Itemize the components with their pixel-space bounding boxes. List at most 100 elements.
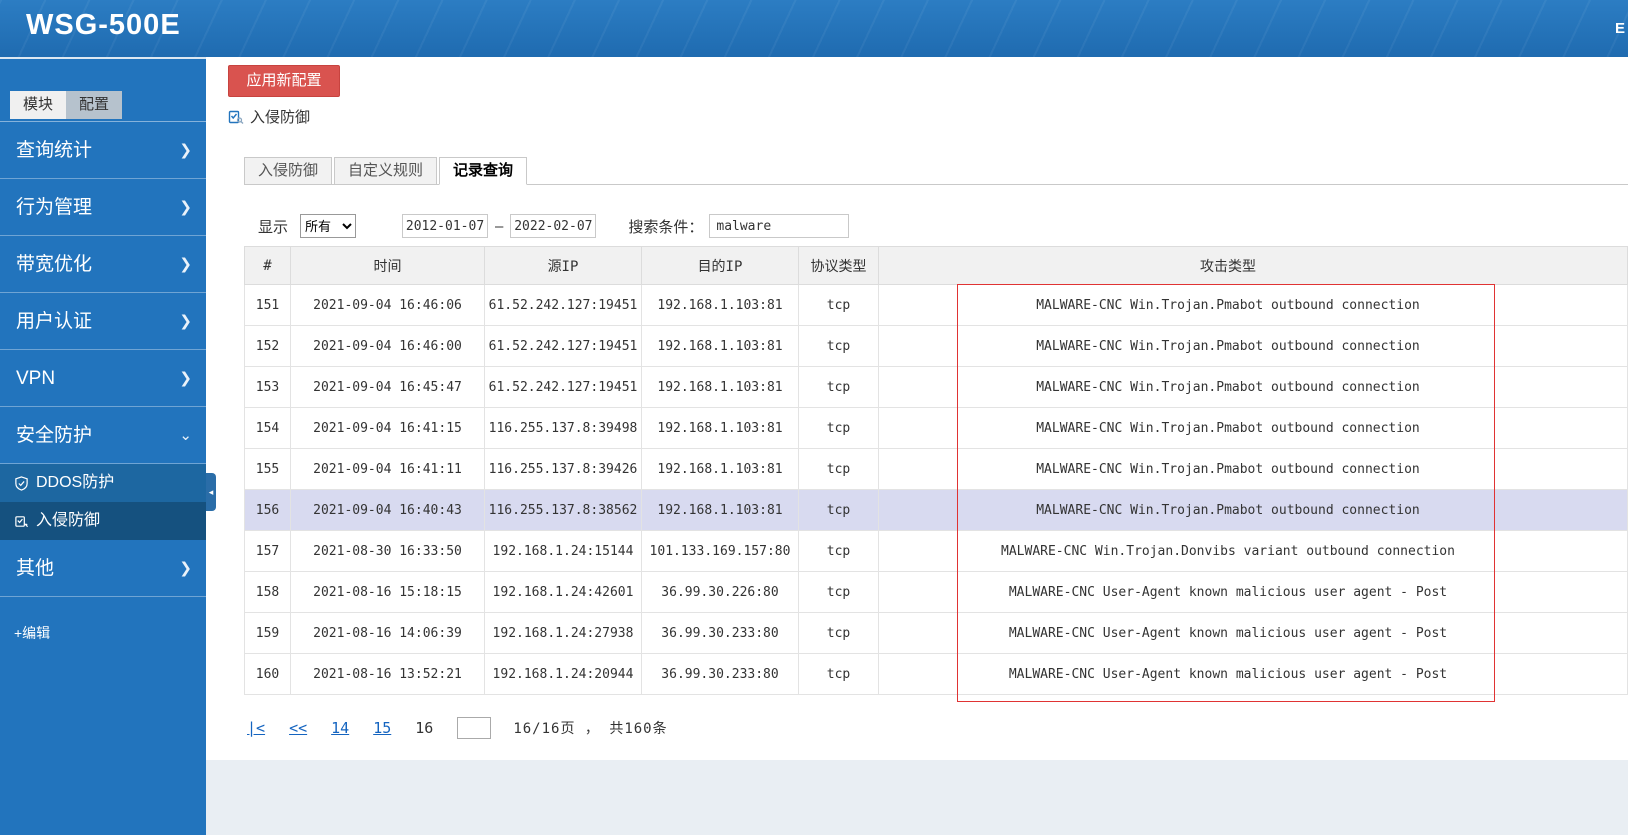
table-cell: MALWARE-CNC User-Agent known malicious u… bbox=[878, 612, 1628, 654]
chevron-icon: ❯ bbox=[179, 560, 192, 577]
records-table-head-row: # 时间 源IP 目的IP 协议类型 攻击类型 bbox=[244, 246, 1628, 285]
table-cell: 2021-09-04 16:46:00 bbox=[290, 325, 485, 367]
sidebar-item-label: VPN bbox=[16, 368, 56, 389]
app-header: WSG-500E E bbox=[0, 0, 1628, 57]
bottom-strip bbox=[206, 760, 1628, 835]
table-cell: 2021-09-04 16:40:43 bbox=[290, 489, 485, 531]
pagination-prev-button[interactable]: << bbox=[289, 719, 307, 737]
table-cell: 159 bbox=[244, 612, 291, 654]
table-cell: MALWARE-CNC Win.Trojan.Pmabot outbound c… bbox=[878, 325, 1628, 367]
column-header: 目的IP bbox=[641, 246, 799, 285]
table-cell: 36.99.30.226:80 bbox=[641, 571, 799, 613]
table-cell: 152 bbox=[244, 325, 291, 367]
table-cell: 192.168.1.24:42601 bbox=[484, 571, 642, 613]
table-row[interactable]: 154 2021-09-04 16:41:15 116.255.137.8:3949… bbox=[244, 407, 1628, 449]
sidebar-item[interactable]: 其他 ❯ bbox=[0, 540, 206, 597]
sidebar-collapse-handle[interactable]: ◂ bbox=[206, 473, 216, 511]
column-header: 源IP bbox=[484, 246, 642, 285]
table-cell: 61.52.242.127:19451 bbox=[484, 366, 642, 408]
sidebar-item[interactable]: 安全防护 ⌄ bbox=[0, 407, 206, 464]
show-select[interactable]: 所有 bbox=[300, 214, 357, 238]
sidebar: 模块 配置 查询统计 ❯ 行为管理 ❯ 带宽优化 ❯ 用户认证 ❯ VPN ❯ 安全防护 ⌄ DDOS防护… bbox=[0, 57, 206, 835]
table-row[interactable]: 153 2021-09-04 16:45:47 61.52.242.127:1945… bbox=[244, 366, 1628, 408]
table-row[interactable]: 160 2021-08-16 13:52:21 192.168.1.24:20944… bbox=[244, 653, 1628, 695]
table-cell: MALWARE-CNC User-Agent known malicious u… bbox=[878, 653, 1628, 695]
sidebar-mode-tab-配置[interactable]: 配置 bbox=[66, 91, 122, 119]
table-cell: tcp bbox=[798, 653, 879, 695]
table-cell: tcp bbox=[798, 489, 879, 531]
chevron-icon: ❯ bbox=[179, 370, 192, 387]
pagination-first-button[interactable]: |< bbox=[247, 719, 265, 737]
sidebar-subitem-label: 入侵防御 bbox=[36, 512, 101, 529]
pagination: |< << 14 15 16 16/16页 ， 共160条 bbox=[247, 717, 1628, 739]
intrusion-defense-icon bbox=[228, 110, 244, 124]
table-cell: 116.255.137.8:39426 bbox=[484, 448, 642, 490]
table-cell: 2021-08-16 15:18:15 bbox=[290, 571, 485, 613]
table-cell: 2021-08-16 13:52:21 bbox=[290, 653, 485, 695]
table-cell: 2021-09-04 16:46:06 bbox=[290, 284, 485, 326]
sidebar-item-label: 查询统计 bbox=[16, 140, 93, 161]
table-row[interactable]: 155 2021-09-04 16:41:11 116.255.137.8:3942… bbox=[244, 448, 1628, 490]
date-separator: – bbox=[495, 217, 504, 235]
content-tab[interactable]: 记录查询 bbox=[439, 157, 528, 185]
date-to-input[interactable] bbox=[510, 214, 597, 238]
search-input[interactable] bbox=[709, 214, 850, 238]
pagination-page-link[interactable]: 14 bbox=[331, 719, 349, 737]
table-cell: 61.52.242.127:19451 bbox=[484, 325, 642, 367]
sidebar-item-label: 带宽优化 bbox=[16, 254, 93, 275]
filter-bar: 显示 所有 – 搜索条件： bbox=[258, 214, 1628, 238]
table-row[interactable]: 151 2021-09-04 16:46:06 61.52.242.127:1945… bbox=[244, 284, 1628, 326]
table-cell: 192.168.1.103:81 bbox=[641, 407, 799, 449]
header-right-fragment: E bbox=[1614, 20, 1625, 37]
pagination-page-input[interactable] bbox=[457, 717, 492, 739]
sidebar-item[interactable]: 用户认证 ❯ bbox=[0, 293, 206, 350]
sidebar-item-label: 其他 bbox=[16, 558, 55, 579]
sidebar-mode-tab-模块[interactable]: 模块 bbox=[10, 91, 66, 119]
table-row[interactable]: 159 2021-08-16 14:06:39 192.168.1.24:27938… bbox=[244, 612, 1628, 654]
table-cell: tcp bbox=[798, 612, 879, 654]
table-cell: 36.99.30.233:80 bbox=[641, 612, 799, 654]
table-cell: MALWARE-CNC Win.Trojan.Donvibs variant o… bbox=[878, 530, 1628, 572]
breadcrumb: 入侵防御 bbox=[228, 106, 1628, 127]
sidebar-mode-tabs: 模块 配置 bbox=[0, 59, 206, 121]
main-content: 应用新配置 入侵防御 入侵防御自定义规则记录查询 显示 所有 – 搜索条件： #… bbox=[206, 57, 1628, 835]
table-cell: 153 bbox=[244, 366, 291, 408]
chevron-icon: ❯ bbox=[179, 313, 192, 330]
sidebar-subitem-label: DDOS防护 bbox=[36, 474, 115, 491]
table-row[interactable]: 152 2021-09-04 16:46:00 61.52.242.127:1945… bbox=[244, 325, 1628, 367]
table-cell: 2021-09-04 16:41:11 bbox=[290, 448, 485, 490]
table-cell: 192.168.1.103:81 bbox=[641, 448, 799, 490]
show-label: 显示 bbox=[258, 218, 289, 236]
table-cell: MALWARE-CNC Win.Trojan.Pmabot outbound c… bbox=[878, 448, 1628, 490]
table-cell: 151 bbox=[244, 284, 291, 326]
table-cell: MALWARE-CNC Win.Trojan.Pmabot outbound c… bbox=[878, 284, 1628, 326]
table-row[interactable]: 156 2021-09-04 16:40:43 116.255.137.8:3856… bbox=[244, 489, 1628, 531]
chevron-icon: ❯ bbox=[179, 256, 192, 273]
sidebar-item[interactable]: 行为管理 ❯ bbox=[0, 179, 206, 236]
table-cell: 61.52.242.127:19451 bbox=[484, 284, 642, 326]
sidebar-subitem[interactable]: 入侵防御 bbox=[0, 502, 206, 540]
sidebar-subitem[interactable]: DDOS防护 bbox=[0, 464, 206, 502]
sidebar-item-label: 安全防护 bbox=[16, 425, 93, 446]
pagination-page-link[interactable]: 15 bbox=[373, 719, 391, 737]
chevron-icon: ❯ bbox=[179, 199, 192, 216]
sidebar-item[interactable]: 带宽优化 ❯ bbox=[0, 236, 206, 293]
sidebar-edit-link[interactable]: +编辑 bbox=[0, 597, 206, 643]
column-header: 攻击类型 bbox=[878, 246, 1628, 285]
app-title: WSG-500E bbox=[26, 9, 181, 41]
table-row[interactable]: 157 2021-08-30 16:33:50 192.168.1.24:15144… bbox=[244, 530, 1628, 572]
shield-check-icon bbox=[15, 475, 28, 491]
content-tab[interactable]: 入侵防御 bbox=[244, 157, 333, 185]
table-cell: 155 bbox=[244, 448, 291, 490]
content-tab[interactable]: 自定义规则 bbox=[334, 157, 438, 185]
sidebar-item[interactable]: 查询统计 ❯ bbox=[0, 122, 206, 179]
table-cell: tcp bbox=[798, 571, 879, 613]
table-cell: tcp bbox=[798, 284, 879, 326]
apply-config-button[interactable]: 应用新配置 bbox=[228, 65, 340, 97]
sidebar-item[interactable]: VPN ❯ bbox=[0, 350, 206, 407]
date-from-input[interactable] bbox=[402, 214, 489, 238]
table-cell: 160 bbox=[244, 653, 291, 695]
table-cell: 2021-09-04 16:45:47 bbox=[290, 366, 485, 408]
table-row[interactable]: 158 2021-08-16 15:18:15 192.168.1.24:42601… bbox=[244, 571, 1628, 613]
table-cell: 116.255.137.8:39498 bbox=[484, 407, 642, 449]
